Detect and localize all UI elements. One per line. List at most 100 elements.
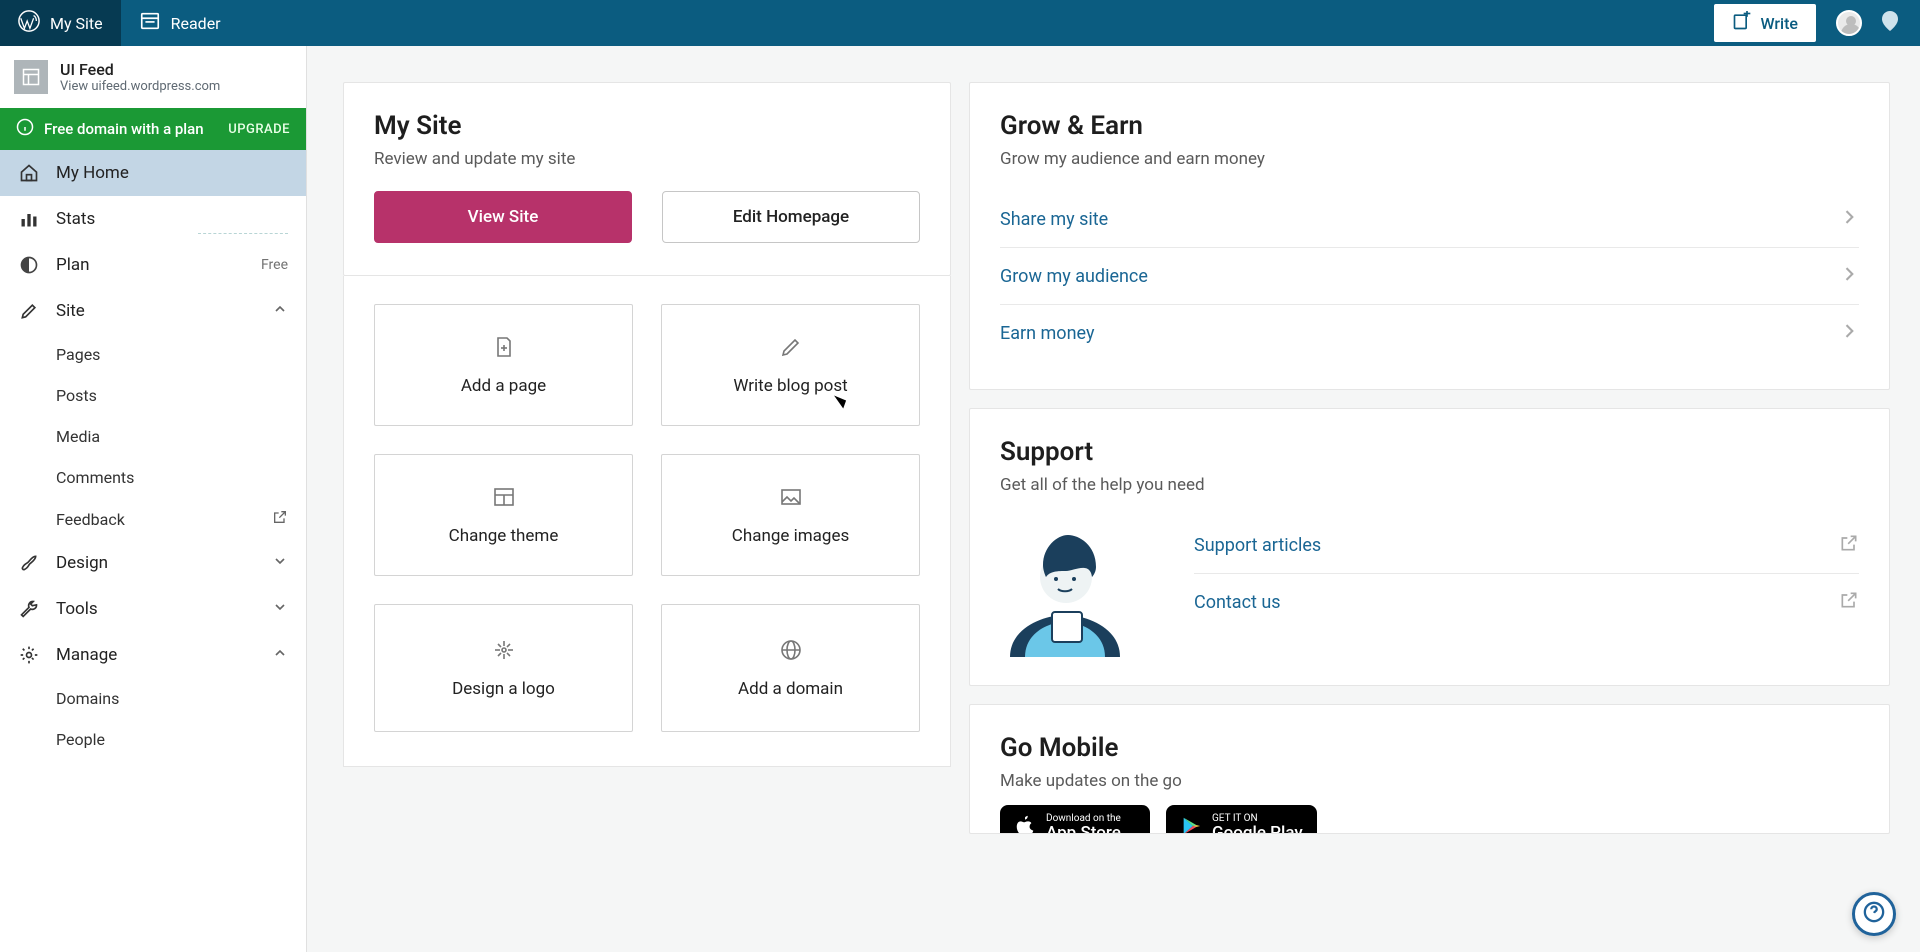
sidebar-sub-label: Comments (56, 468, 134, 487)
globe-icon (779, 638, 803, 667)
tile-label: Add a page (461, 376, 546, 396)
magic-pencil-icon (779, 335, 803, 364)
masterbar-reader-label: Reader (171, 14, 221, 33)
masterbar: My Site Reader Write (0, 0, 1920, 46)
google-play-badge[interactable]: GET IT ONGoogle Play (1166, 805, 1317, 834)
chevron-down-icon (272, 599, 288, 619)
sidebar-item-label: My Home (56, 163, 129, 183)
sidebar-item-home[interactable]: My Home (0, 150, 306, 196)
badge-large: Google Play (1212, 824, 1303, 834)
me-avatar[interactable] (1836, 10, 1862, 36)
masterbar-reader[interactable]: Reader (121, 0, 239, 46)
sidebar-item-stats[interactable]: Stats (0, 196, 306, 242)
plan-icon (18, 255, 40, 275)
tile-label: Add a domain (738, 679, 843, 699)
sidebar-sub-media[interactable]: Media (0, 416, 306, 457)
app-store-badge[interactable]: Download on theApp Store (1000, 805, 1150, 834)
grow-earn-card: Grow & Earn Grow my audience and earn mo… (969, 82, 1890, 390)
tile-design-logo[interactable]: Design a logo (374, 604, 633, 732)
tile-write-post[interactable]: Write blog post (661, 304, 920, 426)
tile-label: Change theme (449, 526, 559, 546)
support-link-articles[interactable]: Support articles (1194, 517, 1859, 574)
chevron-up-icon (272, 645, 288, 665)
help-fab[interactable] (1852, 892, 1896, 936)
card-desc: Review and update my site (374, 149, 920, 169)
upgrade-label: Free domain with a plan (44, 120, 218, 138)
support-link-contact[interactable]: Contact us (1194, 574, 1859, 630)
link-label: Support articles (1194, 535, 1321, 556)
link-label: Share my site (1000, 209, 1108, 230)
grow-link-earn[interactable]: Earn money (1000, 305, 1859, 361)
card-desc: Grow my audience and earn money (1000, 149, 1859, 169)
sidebar-item-label: Design (56, 553, 108, 573)
sidebar-item-design[interactable]: Design (0, 540, 306, 586)
sidebar-sub-posts[interactable]: Posts (0, 375, 306, 416)
sidebar-sub-label: People (56, 730, 105, 749)
card-title: My Site (374, 111, 920, 141)
sidebar-sub-people[interactable]: People (0, 719, 306, 760)
card-title: Support (1000, 437, 1859, 467)
tile-label: Write blog post (733, 376, 847, 396)
support-card: Support Get all of the help you need (969, 408, 1890, 686)
sidebar-sub-pages[interactable]: Pages (0, 334, 306, 375)
write-button[interactable]: Write (1714, 4, 1816, 42)
sidebar-sub-label: Domains (56, 689, 119, 708)
sidebar-sub-label: Pages (56, 345, 100, 364)
sidebar-sub-label: Posts (56, 386, 97, 405)
play-icon (1180, 814, 1202, 834)
sidebar-sub-label: Feedback (56, 510, 125, 529)
help-icon (1863, 901, 1885, 927)
sidebar-sub-comments[interactable]: Comments (0, 457, 306, 498)
masterbar-spacer (239, 0, 1715, 46)
sidebar-sub-feedback[interactable]: Feedback (0, 498, 306, 540)
sidebar-item-label: Plan (56, 255, 90, 275)
support-illustration (1000, 517, 1170, 657)
sidebar-item-label: Stats (56, 209, 95, 229)
go-mobile-card: Go Mobile Make updates on the go Downloa… (969, 704, 1890, 834)
external-icon (1839, 590, 1859, 614)
wrench-icon (18, 599, 40, 619)
chevron-up-icon (272, 301, 288, 321)
home-icon (18, 163, 40, 183)
sidebar: UI Feed View uifeed.wordpress.com Free d… (0, 46, 307, 952)
card-desc: Make updates on the go (1000, 771, 1859, 791)
grow-link-share[interactable]: Share my site (1000, 191, 1859, 248)
layout-icon (492, 485, 516, 514)
tile-change-images[interactable]: Change images (661, 454, 920, 576)
masterbar-my-site[interactable]: My Site (0, 0, 121, 46)
site-switcher[interactable]: UI Feed View uifeed.wordpress.com (0, 46, 306, 108)
write-icon (1732, 11, 1752, 35)
reader-icon (139, 10, 161, 36)
chevron-right-icon (1839, 321, 1859, 345)
edit-homepage-button[interactable]: Edit Homepage (662, 191, 920, 243)
tile-add-domain[interactable]: Add a domain (661, 604, 920, 732)
sidebar-item-site[interactable]: Site (0, 288, 306, 334)
upgrade-cta: UPGRADE (228, 122, 290, 137)
chevron-right-icon (1839, 264, 1859, 288)
view-site-button[interactable]: View Site (374, 191, 632, 243)
quick-actions-grid: Add a page Write blog post Change theme … (343, 276, 951, 767)
card-title: Go Mobile (1000, 733, 1859, 763)
link-label: Grow my audience (1000, 266, 1148, 287)
sidebar-item-tools[interactable]: Tools (0, 586, 306, 632)
tile-add-page[interactable]: Add a page (374, 304, 633, 426)
sidebar-item-manage[interactable]: Manage (0, 632, 306, 678)
card-title: Grow & Earn (1000, 111, 1859, 141)
write-button-label: Write (1760, 14, 1798, 33)
site-name: UI Feed (60, 60, 220, 79)
sidebar-item-plan[interactable]: Plan Free (0, 242, 306, 288)
sidebar-sub-domains[interactable]: Domains (0, 678, 306, 719)
tile-change-theme[interactable]: Change theme (374, 454, 633, 576)
grow-link-audience[interactable]: Grow my audience (1000, 248, 1859, 305)
sidebar-sub-label: Media (56, 427, 100, 446)
sidebar-item-label: Tools (56, 599, 98, 619)
info-icon (16, 118, 34, 140)
page-plus-icon (492, 335, 516, 364)
upgrade-banner[interactable]: Free domain with a plan UPGRADE (0, 108, 306, 150)
tile-label: Change images (732, 526, 849, 546)
brush-icon (18, 553, 40, 573)
tile-label: Design a logo (452, 679, 555, 699)
notifications-icon[interactable] (1878, 9, 1902, 37)
link-label: Earn money (1000, 323, 1094, 344)
wordpress-icon (18, 10, 40, 36)
